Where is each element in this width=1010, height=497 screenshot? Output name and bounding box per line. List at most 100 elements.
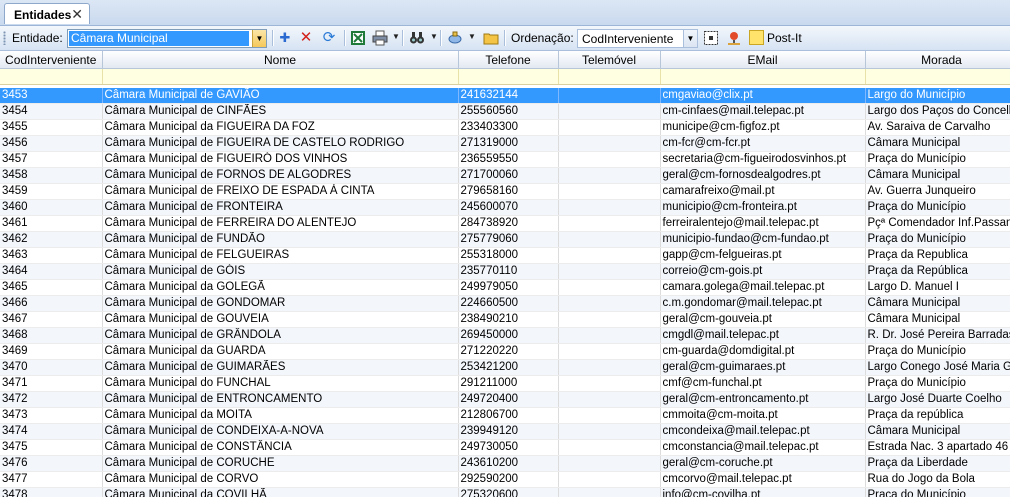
cell-codinterveniente[interactable]: 3477 (0, 471, 103, 488)
cell-nome[interactable]: Câmara Municipal da GUARDA (102, 343, 459, 360)
cell-codinterveniente[interactable]: 3460 (0, 199, 103, 216)
cell-email[interactable]: cmcondeixa@mail.telepac.pt (660, 423, 866, 440)
cell-telefone[interactable]: 271220220 (458, 343, 559, 360)
cell-nome[interactable]: Câmara Municipal de ENTRONCAMENTO (102, 391, 459, 408)
cell-nome[interactable]: Câmara Municipal de GOUVEIA (102, 311, 459, 328)
add-icon[interactable]: ✚ (277, 30, 293, 46)
cell-email[interactable]: geral@cm-fornosdealgodres.pt (660, 167, 866, 184)
table-row[interactable]: 3462 Câmara Municipal de FUNDÃO 275779060 m… (0, 231, 1010, 248)
cell-nome[interactable]: Câmara Municipal de FERREIRA DO ALENTEJO (102, 215, 459, 232)
cell-email[interactable]: ferreiralentejo@mail.telepac.pt (660, 215, 866, 232)
filter-cell[interactable] (660, 68, 866, 85)
table-row[interactable]: 3456 Câmara Municipal de FIGUEIRA DE CAST… (0, 135, 1010, 152)
cell-telemovel[interactable] (558, 423, 661, 440)
cell-nome[interactable]: Câmara Municipal de GONDOMAR (102, 295, 459, 312)
postit-icon[interactable] (749, 30, 764, 45)
cell-email[interactable]: municipio-fundao@cm-fundao.pt (660, 231, 866, 248)
cell-email[interactable]: geral@cm-entroncamento.pt (660, 391, 866, 408)
column-header-morada[interactable]: Morada (865, 51, 1010, 69)
cell-telefone[interactable]: 291211000 (458, 375, 559, 392)
cell-nome[interactable]: Câmara Municipal de GRÂNDOLA (102, 327, 459, 344)
cell-telemovel[interactable] (558, 327, 661, 344)
cell-morada[interactable]: Av. Guerra Junqueiro (865, 183, 1010, 200)
table-row[interactable]: 3468 Câmara Municipal de GRÂNDOLA 26945000… (0, 327, 1010, 344)
cell-telefone[interactable]: 255560560 (458, 103, 559, 120)
close-icon[interactable]: ✕ (71, 6, 83, 23)
filter-cell[interactable] (0, 68, 103, 85)
table-row[interactable]: 3473 Câmara Municipal da MOITA 212806700 cm… (0, 407, 1010, 424)
filter-cell[interactable] (558, 68, 661, 85)
cell-codinterveniente[interactable]: 3463 (0, 247, 103, 264)
cell-email[interactable]: cmcorvo@mail.telepac.pt (660, 471, 866, 488)
print-dropdown-icon[interactable]: ▼ (392, 32, 400, 41)
column-header-email[interactable]: EMail (660, 51, 866, 69)
cell-codinterveniente[interactable]: 3470 (0, 359, 103, 376)
table-row[interactable]: 3465 Câmara Municipal da GOLEGÃ 249979050 c… (0, 279, 1010, 296)
cell-telefone[interactable]: 269450000 (458, 327, 559, 344)
cell-morada[interactable]: Largo dos Paços do Concelho (865, 103, 1010, 120)
cell-morada[interactable]: Praça do Município (865, 151, 1010, 168)
cell-codinterveniente[interactable]: 3462 (0, 231, 103, 248)
excel-icon[interactable] (350, 30, 366, 46)
cell-email[interactable]: cmgdl@mail.telepac.pt (660, 327, 866, 344)
cell-morada[interactable]: Estrada Nac. 3 apartado 46 (865, 439, 1010, 456)
table-row[interactable]: 3478 Câmara Municipal da COVILHÃ 275320600… (0, 487, 1010, 497)
cell-telemovel[interactable] (558, 407, 661, 424)
cell-nome[interactable]: Câmara Municipal de FUNDÃO (102, 231, 459, 248)
table-row[interactable]: 3466 Câmara Municipal de GONDOMAR 22466050… (0, 295, 1010, 312)
refresh-icon[interactable]: ⟳ (321, 30, 337, 46)
cell-email[interactable]: gapp@cm-felgueiras.pt (660, 247, 866, 264)
cell-email[interactable]: cm-cinfaes@mail.telepac.pt (660, 103, 866, 120)
table-row[interactable]: 3477 Câmara Municipal de CORVO 292590200 cm… (0, 471, 1010, 488)
delete-icon[interactable]: ✕ (298, 30, 314, 46)
cell-morada[interactable]: R. Dr. José Pereira Barradas (865, 327, 1010, 344)
cell-morada[interactable]: Praça do Município (865, 487, 1010, 497)
cell-telefone[interactable]: 255318000 (458, 247, 559, 264)
cell-nome[interactable]: Câmara Municipal de FORNOS DE ALGODRES (102, 167, 459, 184)
find-dropdown-icon[interactable]: ▼ (430, 32, 438, 41)
cell-codinterveniente[interactable]: 3473 (0, 407, 103, 424)
cell-telemovel[interactable] (558, 167, 661, 184)
cell-morada[interactable]: Largo Conego José Maria Gomes (865, 359, 1010, 376)
cell-telefone[interactable]: 292590200 (458, 471, 559, 488)
cell-email[interactable]: geral@cm-guimaraes.pt (660, 359, 866, 376)
cell-nome[interactable]: Câmara Municipal de GUIMARÃES (102, 359, 459, 376)
cell-codinterveniente[interactable]: 3455 (0, 119, 103, 136)
cell-email[interactable]: camara.golega@mail.telepac.pt (660, 279, 866, 296)
table-row[interactable]: 3460 Câmara Municipal de FRONTEIRA 2456000… (0, 199, 1010, 216)
cell-telefone[interactable]: 236559550 (458, 151, 559, 168)
filter-cell[interactable] (458, 68, 559, 85)
cell-nome[interactable]: Câmara Municipal da COVILHÃ (102, 487, 459, 497)
grid-icon[interactable] (703, 30, 719, 46)
cell-telemovel[interactable] (558, 88, 661, 104)
cell-telemovel[interactable] (558, 119, 661, 136)
cell-telefone[interactable]: 271319000 (458, 135, 559, 152)
filter-dropdown-icon[interactable]: ▼ (468, 32, 476, 41)
table-row[interactable]: 3454 Câmara Municipal de CINFÃES 255560560… (0, 103, 1010, 120)
cell-morada[interactable]: Praça da república (865, 407, 1010, 424)
cell-telemovel[interactable] (558, 375, 661, 392)
chevron-down-icon[interactable]: ▼ (683, 30, 697, 47)
cell-email[interactable]: geral@cm-gouveia.pt (660, 311, 866, 328)
cell-morada[interactable]: Largo José Duarte Coelho (865, 391, 1010, 408)
table-row[interactable]: 3467 Câmara Municipal de GOUVEIA 238490210… (0, 311, 1010, 328)
cell-morada[interactable]: Largo do Município (865, 88, 1010, 104)
cell-telefone[interactable]: 275320600 (458, 487, 559, 497)
cell-nome[interactable]: Câmara Municipal de GAVIÃO (102, 88, 459, 104)
cell-codinterveniente[interactable]: 3467 (0, 311, 103, 328)
cell-morada[interactable]: Câmara Municipal (865, 295, 1010, 312)
cell-email[interactable]: cm-guarda@domdigital.pt (660, 343, 866, 360)
cell-nome[interactable]: Câmara Municipal da MOITA (102, 407, 459, 424)
cell-morada[interactable]: Câmara Municipal (865, 423, 1010, 440)
cell-telefone[interactable]: 212806700 (458, 407, 559, 424)
cell-email[interactable]: secretaria@cm-figueirodosvinhos.pt (660, 151, 866, 168)
cell-telefone[interactable]: 271700060 (458, 167, 559, 184)
table-row[interactable]: 3453 Câmara Municipal de GAVIÃO 241632144 c… (0, 88, 1010, 104)
cell-email[interactable]: municipio@cm-fronteira.pt (660, 199, 866, 216)
cell-morada[interactable]: Praça da Liberdade (865, 455, 1010, 472)
table-row[interactable]: 3471 Câmara Municipal do FUNCHAL 291211000… (0, 375, 1010, 392)
cell-codinterveniente[interactable]: 3464 (0, 263, 103, 280)
cell-telemovel[interactable] (558, 247, 661, 264)
entity-combobox[interactable]: Câmara Municipal ▼ (67, 29, 267, 48)
cell-morada[interactable]: Pçª Comendador Inf.Passanha (865, 215, 1010, 232)
